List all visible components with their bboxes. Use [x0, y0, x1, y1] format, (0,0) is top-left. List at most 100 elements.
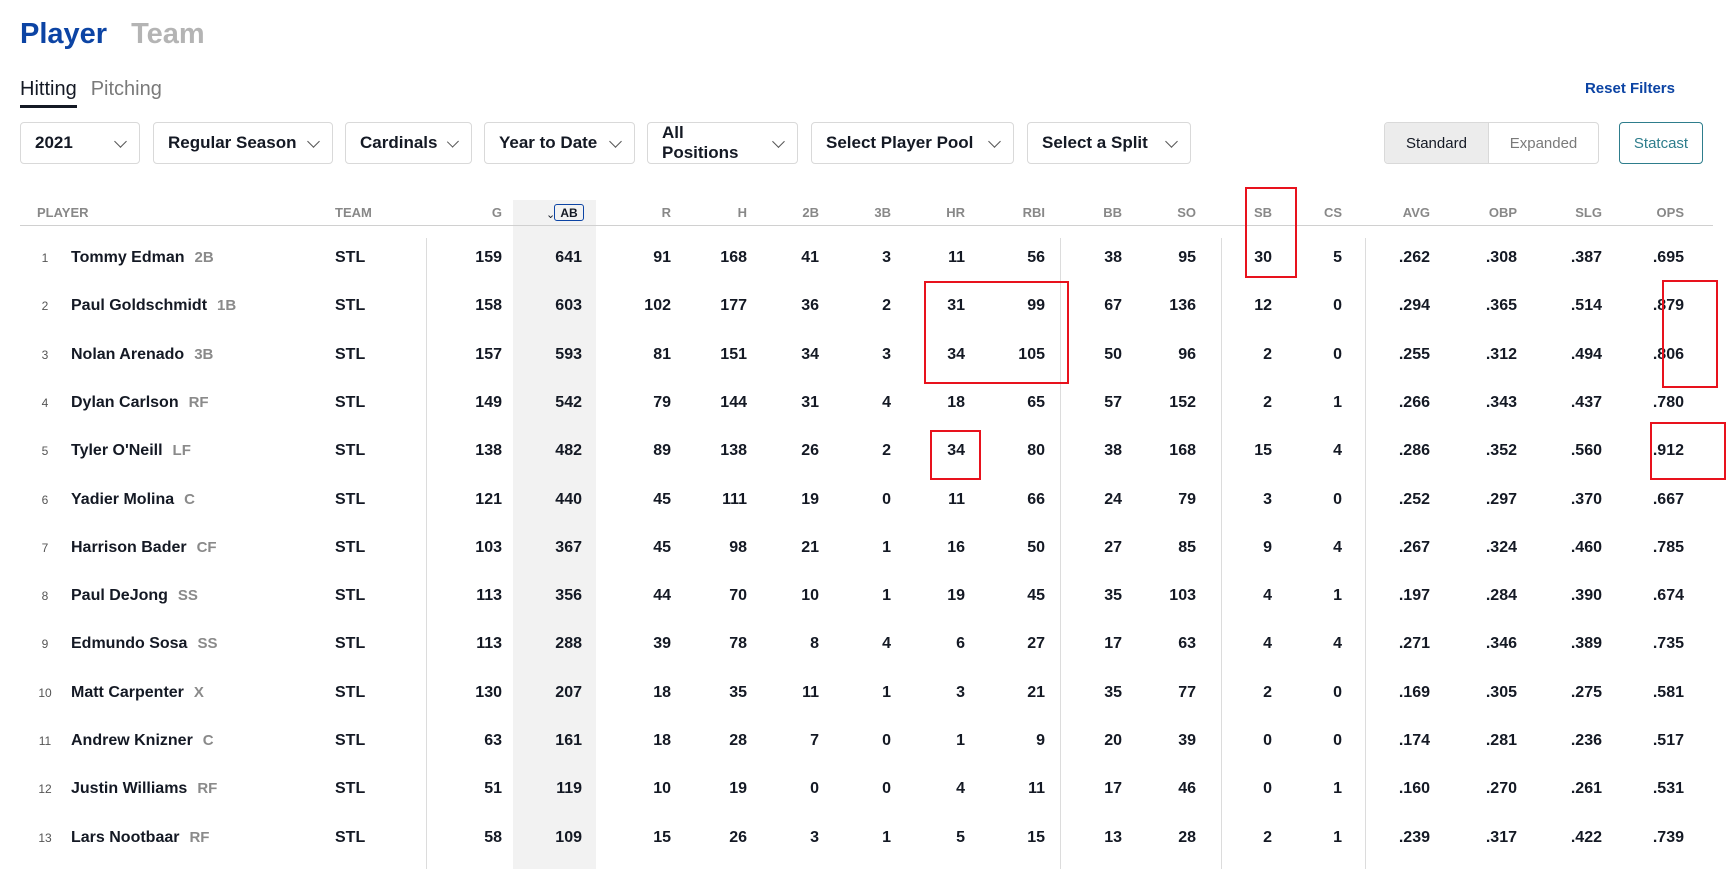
player-name-link[interactable]: Tyler O'Neill LF	[71, 427, 191, 475]
col-h[interactable]: H	[687, 205, 747, 220]
player-name-link[interactable]: Dylan Carlson RF	[71, 379, 209, 427]
col-r[interactable]: R	[611, 205, 671, 220]
avg-cell: .271	[1398, 635, 1430, 653]
col-ab[interactable]: AB	[554, 204, 584, 221]
col-g[interactable]: G	[442, 205, 502, 220]
player-name-link[interactable]: Matt Carpenter X	[71, 669, 204, 717]
team-cell[interactable]: STL	[335, 331, 365, 379]
col-rbi[interactable]: RBI	[985, 205, 1045, 220]
col-hr[interactable]: HR	[905, 205, 965, 220]
reset-filters-link[interactable]: Reset Filters	[1585, 80, 1675, 97]
team-cell[interactable]: STL	[335, 234, 365, 282]
col-so[interactable]: SO	[1136, 205, 1196, 220]
team-cell[interactable]: STL	[335, 282, 365, 330]
player-name-link[interactable]: Paul Goldschmidt 1B	[71, 282, 236, 330]
team-cell[interactable]: STL	[335, 572, 365, 620]
col-avg[interactable]: AVG	[1370, 205, 1430, 220]
player-name-link[interactable]: Lars Nootbaar RF	[71, 814, 209, 862]
player-name-link[interactable]: Nolan Arenado 3B	[71, 331, 213, 379]
table-row[interactable]: 13 Lars Nootbaar RF STL 58 109 15 26 3 1 5 15 13 28 2 1…	[0, 814, 1733, 862]
d-cell: 11	[802, 683, 819, 701]
h-cell: 28	[729, 732, 747, 749]
g-cell: 58	[484, 828, 502, 846]
player-name-link[interactable]: Tommy Edman 2B	[71, 234, 214, 282]
team-cell[interactable]: STL	[335, 669, 365, 717]
ab-cell: 367	[555, 538, 582, 556]
game-type-select[interactable]: Regular Season	[153, 122, 333, 164]
player-pool-select[interactable]: Select Player Pool	[811, 122, 1014, 164]
col-team[interactable]: TEAM	[335, 205, 395, 220]
col-3b[interactable]: 3B	[831, 205, 891, 220]
ab-cell: 207	[555, 683, 582, 701]
table-row[interactable]: 3 Nolan Arenado 3B STL 157 593 81 151 34 3 34 105 50…	[0, 331, 1733, 379]
chevron-down-icon	[772, 134, 785, 148]
cs-cell: 4	[1333, 635, 1342, 653]
tab-player[interactable]: Player	[20, 18, 107, 51]
r-cell: 10	[653, 780, 671, 798]
expanded-toggle[interactable]: Expanded	[1489, 123, 1598, 163]
player-name-link[interactable]: Paul DeJong SS	[71, 572, 198, 620]
player-name-link[interactable]: Edmundo Sosa SS	[71, 620, 217, 668]
table-row[interactable]: 2 Paul Goldschmidt 1B STL 158 603 102 177 36 2 31 9…	[0, 282, 1733, 330]
table-row[interactable]: 12 Justin Williams RF STL 51 119 10 19 0 0 4 11 17 46…	[0, 765, 1733, 813]
table-row[interactable]: 6 Yadier Molina C STL 121 440 45 111 19 0 11 66 24 79…	[0, 476, 1733, 524]
team-cell[interactable]: STL	[335, 427, 365, 475]
player-name-link[interactable]: Andrew Knizner C	[71, 717, 214, 765]
ab-cell: 356	[555, 587, 582, 605]
period-select[interactable]: Year to Date	[484, 122, 635, 164]
tab-team[interactable]: Team	[131, 18, 205, 51]
col-obp[interactable]: OBP	[1457, 205, 1517, 220]
season-select-value: 2021	[35, 133, 73, 152]
avg-cell: .197	[1398, 587, 1430, 605]
so-cell: 39	[1178, 732, 1196, 749]
player-name: Justin Williams	[71, 780, 188, 798]
tab-pitching[interactable]: Pitching	[91, 78, 162, 108]
table-row[interactable]: 5 Tyler O'Neill LF STL 138 482 89 138 26 2 34 80 38 1…	[0, 427, 1733, 475]
cs-cell: 1	[1333, 393, 1342, 411]
d-cell: 34	[801, 345, 819, 363]
team-cell[interactable]: STL	[335, 476, 365, 524]
tab-hitting[interactable]: Hitting	[20, 78, 77, 108]
obp-cell: .343	[1485, 393, 1517, 411]
team-cell[interactable]: STL	[335, 379, 365, 427]
team-select[interactable]: Cardinals	[345, 122, 472, 164]
r-cell: 102	[644, 297, 671, 315]
col-ops[interactable]: OPS	[1624, 205, 1684, 220]
col-slg[interactable]: SLG	[1542, 205, 1602, 220]
team-cell[interactable]: STL	[335, 620, 365, 668]
player-position: C	[184, 490, 195, 508]
player-position: 2B	[194, 249, 214, 266]
table-row[interactable]: 8 Paul DeJong SS STL 113 356 44 70 10 1 19 45 35 103 4…	[0, 572, 1733, 620]
season-select[interactable]: 2021	[20, 122, 140, 164]
player-name-link[interactable]: Justin Williams RF	[71, 765, 217, 813]
positions-select[interactable]: All Positions	[647, 122, 798, 164]
player-name-link[interactable]: Harrison Bader CF	[71, 524, 217, 572]
col-player[interactable]: PLAYER	[37, 205, 97, 220]
ops-cell: .739	[1652, 828, 1684, 846]
split-select[interactable]: Select a Split	[1027, 122, 1191, 164]
table-row[interactable]: 9 Edmundo Sosa SS STL 113 288 39 78 8 4 6 27 17 63 4 4.…	[0, 620, 1733, 668]
t-cell: 1	[882, 587, 891, 605]
slg-cell: .370	[1570, 490, 1602, 508]
rank-cell: 11	[38, 734, 52, 748]
d-cell: 7	[810, 732, 819, 749]
team-cell[interactable]: STL	[335, 524, 365, 572]
col-bb[interactable]: BB	[1062, 205, 1122, 220]
team-cell[interactable]: STL	[335, 765, 365, 813]
table-row[interactable]: 11 Andrew Knizner C STL 63 161 18 28 7 0 1 9 20 39 0 0.…	[0, 717, 1733, 765]
table-row[interactable]: 10 Matt Carpenter X STL 130 207 18 35 11 1 3 21 35 77…	[0, 669, 1733, 717]
statcast-button[interactable]: Statcast	[1619, 122, 1703, 164]
standard-toggle[interactable]: Standard	[1385, 123, 1489, 163]
col-2b[interactable]: 2B	[759, 205, 819, 220]
so-cell: 28	[1178, 828, 1196, 846]
player-name-link[interactable]: Yadier Molina C	[71, 476, 195, 524]
team-cell[interactable]: STL	[335, 717, 365, 765]
table-row[interactable]: 7 Harrison Bader CF STL 103 367 45 98 21 1 16 50 27 8…	[0, 524, 1733, 572]
team-cell[interactable]: STL	[335, 814, 365, 862]
table-row[interactable]: 1 Tommy Edman 2B STL 159 641 91 168 41 3 11 56 38 95 3…	[0, 234, 1733, 282]
table-row[interactable]: 4 Dylan Carlson RF STL 149 542 79 144 31 4 18 65 57 1…	[0, 379, 1733, 427]
obp-cell: .365	[1485, 297, 1517, 315]
cs-cell: 0	[1333, 490, 1342, 508]
header-divider	[20, 225, 1713, 226]
obp-cell: .352	[1485, 442, 1517, 460]
